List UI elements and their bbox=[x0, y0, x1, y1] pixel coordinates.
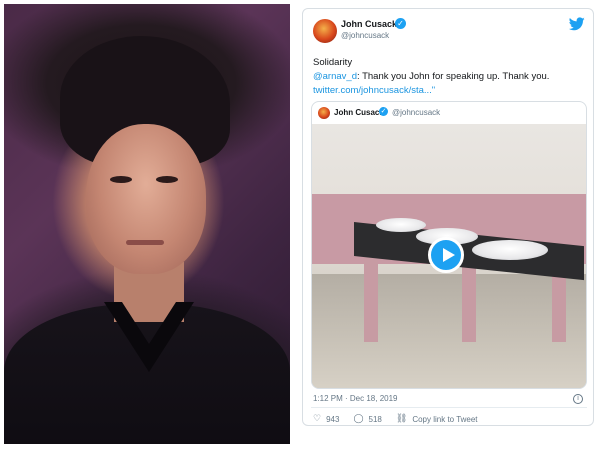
author-name[interactable]: John Cusack bbox=[341, 19, 397, 29]
reply-icon: ◯ bbox=[353, 414, 364, 424]
tweet-text-line: @arnav_d: Thank you John for speaking up… bbox=[313, 71, 549, 82]
avatar[interactable] bbox=[313, 19, 337, 43]
jacket bbox=[4, 304, 290, 444]
right-eye bbox=[156, 176, 178, 183]
mention-link[interactable]: @arnav_d bbox=[313, 71, 357, 82]
like-button[interactable]: ♡ 943 bbox=[313, 414, 339, 424]
quoted-author-handle: @johncusack bbox=[392, 108, 441, 117]
play-button-icon[interactable] bbox=[428, 237, 464, 273]
tweet-card: John Cusack ✓ @johncusack Solidarity @ar… bbox=[302, 8, 594, 426]
quoted-avatar bbox=[318, 107, 330, 119]
author-handle[interactable]: @johncusack bbox=[341, 31, 389, 40]
video-thumbnail[interactable] bbox=[312, 124, 586, 388]
copy-link-button[interactable]: ⛓ Copy link to Tweet bbox=[396, 414, 478, 424]
tweet-actions: ♡ 943 ◯ 518 ⛓ Copy link to Tweet bbox=[313, 414, 492, 424]
reply-button[interactable]: ◯ 518 bbox=[353, 414, 381, 424]
link-icon: ⛓ bbox=[395, 414, 408, 424]
reply-count: 518 bbox=[368, 414, 382, 424]
verified-check-icon: ✓ bbox=[379, 107, 388, 116]
heart-icon: ♡ bbox=[313, 414, 322, 424]
like-count: 943 bbox=[326, 414, 340, 424]
divider bbox=[311, 407, 587, 408]
sink-basin bbox=[472, 240, 548, 260]
tweet-link[interactable]: twitter.com/johncusack/sta..." bbox=[313, 85, 435, 96]
quoted-author-name: John Cusack bbox=[334, 108, 384, 117]
tweet-text: : Thank you John for speaking up. Thank … bbox=[356, 71, 550, 82]
verified-check-icon: ✓ bbox=[395, 18, 406, 29]
info-icon[interactable]: i bbox=[573, 394, 583, 404]
left-eye bbox=[110, 176, 132, 183]
sink-basin bbox=[376, 218, 426, 232]
face bbox=[86, 124, 206, 274]
tweet-text-line: Solidarity bbox=[313, 57, 353, 68]
tweet-timestamp[interactable]: 1:12 PM · Dec 18, 2019 bbox=[313, 394, 398, 403]
copy-link-label: Copy link to Tweet bbox=[412, 414, 478, 424]
mouth bbox=[126, 240, 164, 245]
counter-leg bbox=[364, 252, 378, 342]
portrait-photo bbox=[4, 4, 290, 444]
quoted-tweet[interactable]: John Cusack ✓ @johncusack bbox=[311, 101, 587, 389]
floor bbox=[312, 274, 586, 388]
twitter-bird-icon[interactable] bbox=[569, 17, 585, 31]
